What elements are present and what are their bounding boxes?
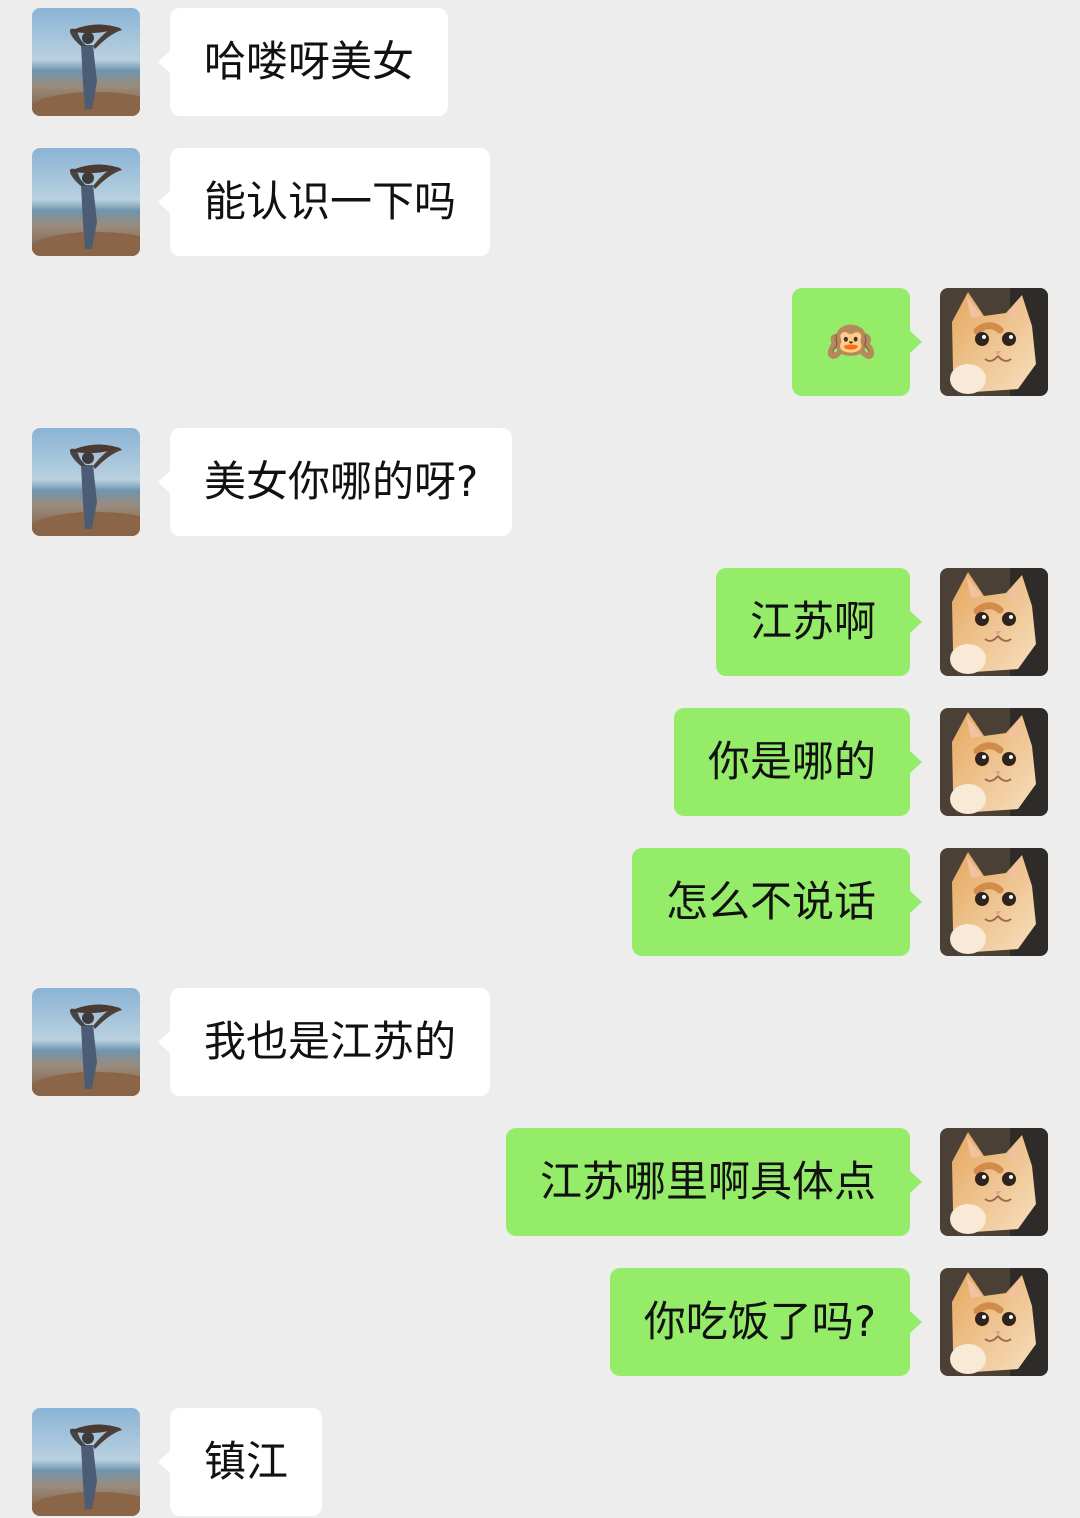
message-bubble-outgoing[interactable]: 🙉 bbox=[792, 288, 922, 396]
orange-cat-avatar[interactable] bbox=[940, 288, 1048, 396]
beach-person-avatar[interactable] bbox=[32, 1408, 140, 1516]
orange-cat-avatar[interactable] bbox=[940, 708, 1048, 816]
message-bubble-incoming[interactable]: 我也是江苏的 bbox=[157, 988, 491, 1096]
message-bubble-outgoing[interactable]: 江苏哪里啊具体点 bbox=[505, 1128, 923, 1236]
beach-person-avatar[interactable] bbox=[32, 148, 140, 256]
message-row-outgoing: 🙉 bbox=[0, 288, 1080, 396]
chat-message-list: 哈喽呀美女 能认识一下吗 🙉 美女你哪的呀? 江苏啊 你是哪的 怎么不说话 我也… bbox=[0, 0, 1080, 1518]
beach-person-avatar-image bbox=[32, 8, 140, 116]
message-row-incoming: 镇江 bbox=[0, 1408, 1080, 1516]
message-row-incoming: 美女你哪的呀? bbox=[0, 428, 1080, 536]
hear-no-evil-monkey-icon: 🙉 bbox=[826, 319, 876, 365]
orange-cat-avatar[interactable] bbox=[940, 1268, 1048, 1376]
beach-person-avatar[interactable] bbox=[32, 988, 140, 1096]
orange-cat-avatar-image bbox=[940, 1128, 1048, 1236]
message-row-outgoing: 你是哪的 bbox=[0, 708, 1080, 816]
orange-cat-avatar-image bbox=[940, 288, 1048, 396]
message-bubble-outgoing[interactable]: 你吃饭了吗? bbox=[609, 1268, 923, 1376]
message-bubble-outgoing[interactable]: 你是哪的 bbox=[673, 708, 923, 816]
beach-person-avatar-image bbox=[32, 1408, 140, 1516]
message-row-incoming: 哈喽呀美女 bbox=[0, 8, 1080, 116]
message-bubble-outgoing[interactable]: 怎么不说话 bbox=[631, 848, 923, 956]
orange-cat-avatar[interactable] bbox=[940, 1128, 1048, 1236]
message-bubble-incoming[interactable]: 哈喽呀美女 bbox=[157, 8, 449, 116]
message-row-outgoing: 江苏啊 bbox=[0, 568, 1080, 676]
orange-cat-avatar[interactable] bbox=[940, 848, 1048, 956]
message-bubble-incoming[interactable]: 镇江 bbox=[157, 1408, 323, 1516]
beach-person-avatar-image bbox=[32, 148, 140, 256]
beach-person-avatar[interactable] bbox=[32, 8, 140, 116]
message-row-outgoing: 怎么不说话 bbox=[0, 848, 1080, 956]
message-row-outgoing: 江苏哪里啊具体点 bbox=[0, 1128, 1080, 1236]
orange-cat-avatar-image bbox=[940, 708, 1048, 816]
beach-person-avatar-image bbox=[32, 428, 140, 536]
message-bubble-outgoing[interactable]: 江苏啊 bbox=[715, 568, 923, 676]
message-bubble-incoming[interactable]: 美女你哪的呀? bbox=[157, 428, 513, 536]
orange-cat-avatar-image bbox=[940, 568, 1048, 676]
orange-cat-avatar-image bbox=[940, 848, 1048, 956]
orange-cat-avatar-image bbox=[940, 1268, 1048, 1376]
orange-cat-avatar[interactable] bbox=[940, 568, 1048, 676]
message-row-incoming: 能认识一下吗 bbox=[0, 148, 1080, 256]
message-bubble-incoming[interactable]: 能认识一下吗 bbox=[157, 148, 491, 256]
message-row-outgoing: 你吃饭了吗? bbox=[0, 1268, 1080, 1376]
beach-person-avatar[interactable] bbox=[32, 428, 140, 536]
beach-person-avatar-image bbox=[32, 988, 140, 1096]
message-row-incoming: 我也是江苏的 bbox=[0, 988, 1080, 1096]
